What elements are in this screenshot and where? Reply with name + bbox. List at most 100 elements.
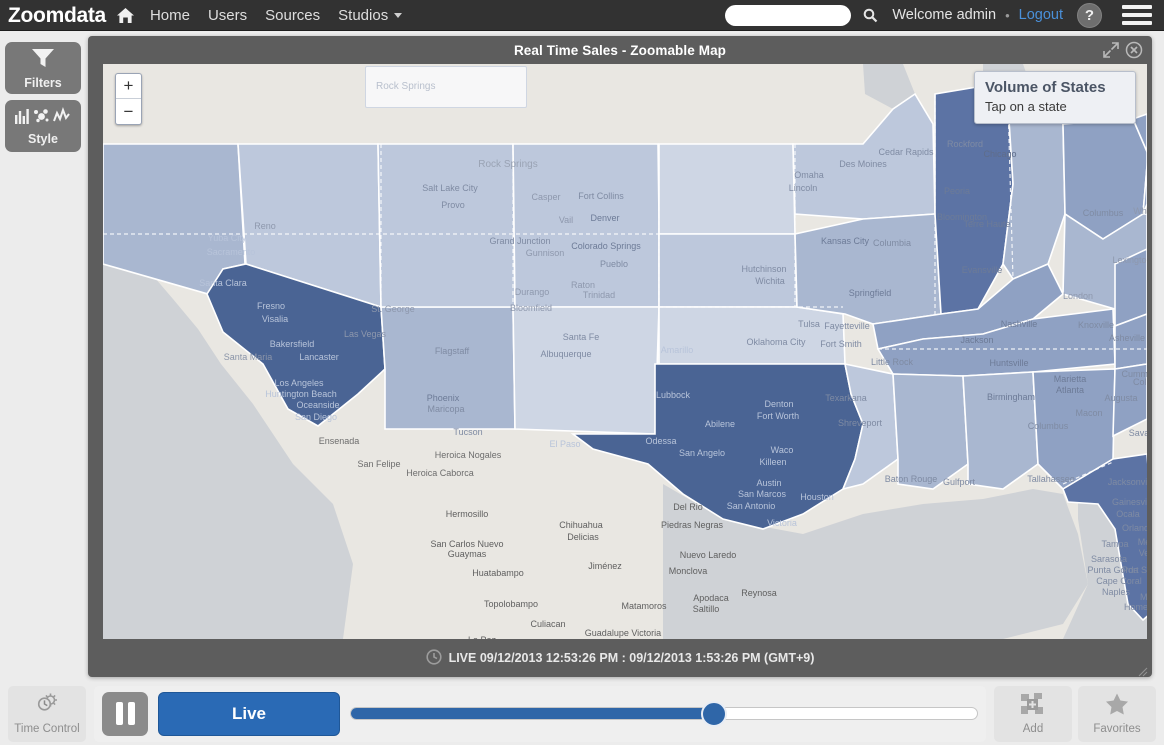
sidebar-item-filters[interactable]: Filters <box>5 42 81 94</box>
map-city-label: Fayetteville <box>824 321 870 331</box>
expand-icon[interactable] <box>1102 41 1120 59</box>
choropleth-map[interactable]: Rock Springs Cedar Rapids Rockford Chicago D… <box>103 64 1147 639</box>
slider-track[interactable] <box>350 700 978 727</box>
playback-transport: Live <box>94 685 986 742</box>
map-canvas: Rock Springs Cedar Rapids RockfordChicago D… <box>103 64 1147 639</box>
search-icon[interactable] <box>863 8 878 23</box>
map-city-label: Lexington <box>1112 255 1147 265</box>
map-city-label: Phoenix <box>427 393 460 403</box>
map-city-label: Provo <box>441 200 465 210</box>
map-city-label: Lincoln <box>789 183 818 193</box>
nav-link-studios[interactable]: Studios <box>338 6 403 24</box>
map-city-label: Jacksonville <box>1108 477 1147 487</box>
map-city-label: Reno <box>254 221 276 231</box>
map-city-label: Wheeling <box>1133 206 1147 216</box>
map-city-label: Tulsa <box>798 319 820 329</box>
nav-link-sources[interactable]: Sources <box>265 8 320 23</box>
time-control-label: Time Control <box>14 723 80 735</box>
page-title: Real Time Sales - Zoomable Map <box>513 42 727 58</box>
add-button[interactable]: Add <box>994 685 1072 742</box>
favorites-label: Favorites <box>1093 723 1141 735</box>
map-city-label: Fort Collins <box>578 191 624 201</box>
map-city-label: Monclova <box>669 566 708 576</box>
hamburger-menu-icon[interactable] <box>1122 5 1152 25</box>
map-city-label: Grand Junction <box>489 236 550 246</box>
map-city-label: Orlando <box>1122 523 1147 533</box>
map-city-label: Odessa <box>645 436 676 446</box>
live-button[interactable]: Live <box>158 691 340 736</box>
sidebar-item-filters-label: Filters <box>24 75 62 90</box>
nav-link-home[interactable]: Home <box>150 8 190 23</box>
help-icon[interactable]: ? <box>1077 2 1102 28</box>
logout-link[interactable]: Logout <box>1019 7 1063 23</box>
map-city-label: San Angelo <box>679 448 725 458</box>
map-city-label: Fort Worth <box>757 411 799 421</box>
app-logo[interactable]: Zoomdata <box>8 5 106 26</box>
map-city-label: San Diego <box>295 412 337 422</box>
home-icon[interactable] <box>116 7 135 24</box>
map-city-label: San Felipe <box>357 459 400 469</box>
pause-button[interactable] <box>102 691 148 736</box>
map-city-label: Ocala <box>1116 509 1140 519</box>
zoom-in-button[interactable]: + <box>116 74 141 99</box>
zoom-out-button[interactable]: − <box>116 99 141 124</box>
map-city-label: Flagstaff <box>435 346 470 356</box>
map-city-label: Colorado Springs <box>571 241 641 251</box>
map-city-label: Piedras Negras <box>661 520 724 530</box>
map-city-label: El Paso <box>549 439 580 449</box>
map-city-label: Abilene <box>705 419 735 429</box>
map-city-label: San Marcos <box>738 489 787 499</box>
panel-status-bar: LIVE 09/12/2013 12:53:26 PM : 09/12/2013… <box>88 639 1152 677</box>
map-zoom-controls: + − <box>115 73 142 125</box>
map-city-label: Bakersfield <box>270 339 315 349</box>
map-city-label: Columbia <box>873 238 911 248</box>
time-control-button[interactable]: Time Control <box>8 685 86 742</box>
map-city-label: Vail <box>559 215 573 225</box>
map-city-label: Homestead <box>1124 602 1147 612</box>
map-city-label: Cedar Rapids <box>878 147 934 157</box>
map-city-label: San Carlos Nuevo <box>430 539 503 549</box>
map-city-label: Del Rio <box>673 502 703 512</box>
state-ne <box>658 143 796 235</box>
map-city-label: Ensenada <box>319 436 360 446</box>
map-city-label: Pueblo <box>600 259 628 269</box>
map-city-label: Miami <box>1140 592 1147 602</box>
map-city-label: Delicias <box>567 532 599 542</box>
bottom-control-bar: Time Control Live Add Favorites <box>0 682 1164 745</box>
resize-grip-icon[interactable] <box>1138 664 1148 677</box>
map-city-label: Sacramento <box>207 247 256 257</box>
map-city-label: Huatabampo <box>472 568 524 578</box>
add-label: Add <box>1022 723 1044 735</box>
search-input[interactable] <box>725 4 852 26</box>
sidebar-item-style[interactable]: Style <box>5 100 81 152</box>
map-city-label: Santa Maria <box>224 352 273 362</box>
slider-thumb[interactable] <box>701 700 728 727</box>
close-circle-icon[interactable] <box>1125 41 1143 59</box>
map-city-label: Houston <box>800 492 834 502</box>
nav-link-studios-label: Studios <box>338 6 389 24</box>
map-city-label: Yuba City <box>208 233 247 243</box>
nav-link-users[interactable]: Users <box>208 8 247 23</box>
map-city-label: Heroica Nogales <box>435 450 502 460</box>
map-city-label: Sarasota <box>1091 554 1127 564</box>
map-city-label: Victoria <box>767 518 797 528</box>
map-city-label: Nashville <box>1001 319 1038 329</box>
map-city-label: Fort Smith <box>820 339 862 349</box>
visualization-panel: Real Time Sales - Zoomable Map Rock Spri… <box>88 36 1152 677</box>
map-city-label: Albuquerque <box>540 349 591 359</box>
map-city-label: Shreveport <box>838 418 883 428</box>
map-city-label: Santa Clara <box>199 278 247 288</box>
map-city-label: Gainesville <box>1112 497 1147 507</box>
status-text: LIVE 09/12/2013 12:53:26 PM : 09/12/2013… <box>448 651 815 665</box>
map-city-label: Heroica Caborca <box>406 468 474 478</box>
map-city-label: Durango <box>515 287 550 297</box>
map-city-label: Fresno <box>257 301 285 311</box>
favorites-button[interactable]: Favorites <box>1078 685 1156 742</box>
welcome-message: Welcome admin <box>892 7 997 23</box>
time-slider[interactable] <box>350 692 978 736</box>
map-city-label: London <box>1063 291 1093 301</box>
map-city-label: Hutchinson <box>741 264 786 274</box>
map-city-label: Casper <box>531 192 560 202</box>
map-city-label: Tallahassee <box>1027 474 1075 484</box>
map-city-label: Topolobampo <box>484 599 538 609</box>
